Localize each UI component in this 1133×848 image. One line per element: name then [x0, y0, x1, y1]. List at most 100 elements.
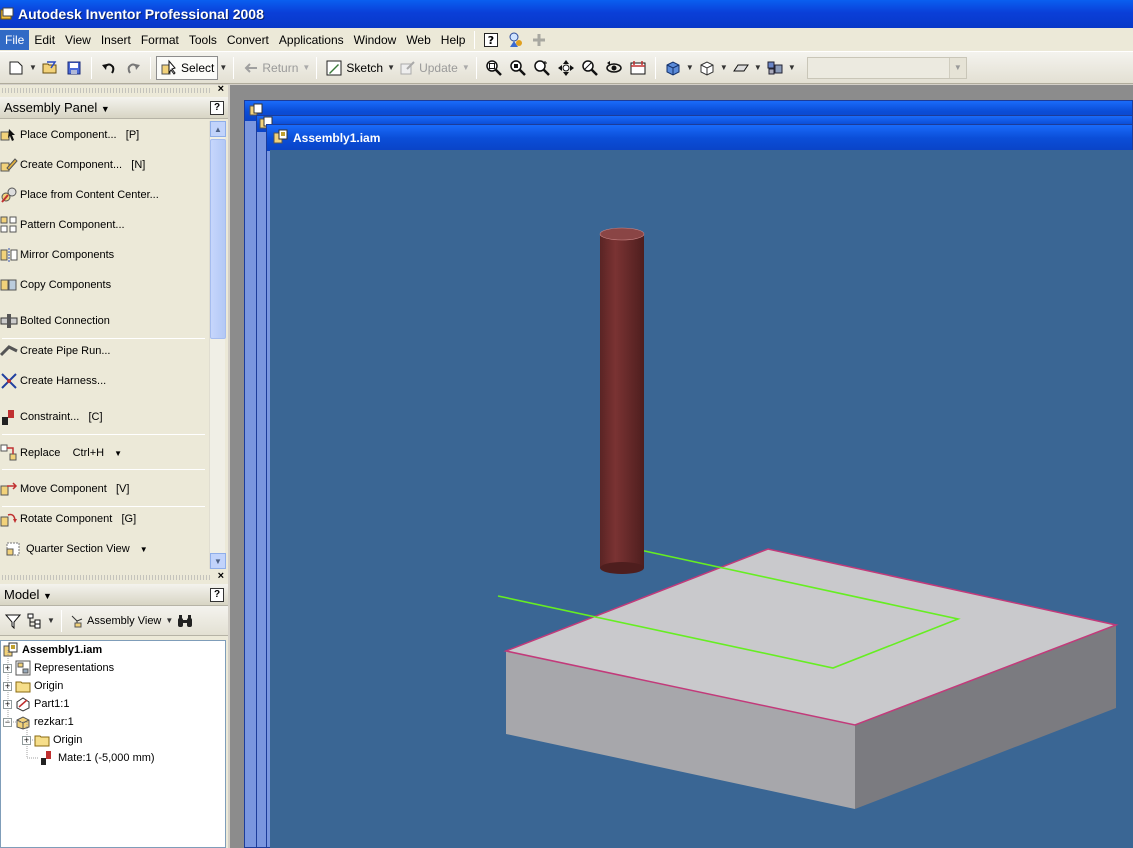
open-button[interactable] — [38, 56, 62, 80]
return-button[interactable]: Return — [239, 56, 301, 80]
command-label: Copy Components — [20, 279, 112, 291]
grip-handle[interactable] — [2, 88, 212, 93]
zoom-button[interactable] — [530, 56, 554, 80]
save-button[interactable] — [62, 56, 86, 80]
replace-dropdown-arrow[interactable]: ▼ — [114, 449, 122, 458]
quarter-section-view-command[interactable]: Quarter Section View ▼ — [0, 538, 148, 560]
scroll-down-icon[interactable]: ▼ — [210, 553, 226, 569]
pan-button[interactable] — [554, 56, 578, 80]
assembly-panel-scrollbar[interactable]: ▲ ▼ — [209, 121, 226, 569]
menu-window[interactable]: Window — [349, 30, 402, 50]
new-button[interactable] — [4, 56, 28, 80]
add-icon[interactable] — [529, 30, 549, 50]
assembly-panel-header[interactable]: Assembly Panel ▼ ? — [0, 97, 228, 119]
design-doctor-icon[interactable] — [505, 30, 525, 50]
model-browser-title-bar[interactable]: Model ▼ ? — [0, 584, 228, 606]
tree-node-representations[interactable]: + Representations — [3, 659, 114, 677]
update-dropdown-arrow[interactable]: ▼ — [461, 56, 471, 80]
tree-node-rezkar-origin[interactable]: + Origin — [22, 731, 82, 749]
place-from-content-center-command[interactable]: Place from Content Center... — [0, 184, 159, 206]
cylinder-top-face[interactable] — [599, 227, 645, 241]
expand-plus-icon[interactable]: + — [3, 699, 12, 709]
menu-file[interactable]: File — [0, 29, 30, 50]
tree-node-origin[interactable]: + Origin — [3, 677, 63, 695]
tree-node-assembly[interactable]: Assembly1.iam — [3, 641, 102, 659]
camera-dropdown-arrow[interactable]: ▼ — [719, 56, 729, 80]
tree-node-part1[interactable]: + Part1:1 — [3, 695, 69, 713]
copy-components-command[interactable]: Copy Components — [0, 274, 111, 296]
close-browser-icon[interactable]: × — [218, 570, 224, 582]
rotate-component-command[interactable]: Rotate Component [G] — [0, 508, 136, 530]
browser-bar-grip[interactable]: × — [0, 570, 228, 584]
view-dropdown-arrow[interactable]: ▼ — [164, 609, 174, 633]
menu-format[interactable]: Format — [136, 30, 184, 50]
assembly-panel-title[interactable]: Assembly Panel ▼ — [4, 100, 110, 115]
undo-button[interactable] — [97, 56, 121, 80]
pattern-component-command[interactable]: Pattern Component... — [0, 214, 125, 236]
panel-bar-grip[interactable]: × — [0, 83, 228, 97]
cylinder-body[interactable] — [600, 234, 644, 568]
bolted-connection-command[interactable]: Bolted Connection — [0, 310, 110, 332]
zoom-all-button[interactable] — [482, 56, 506, 80]
select-dropdown-arrow[interactable]: ▼ — [218, 56, 228, 80]
scroll-up-icon[interactable]: ▲ — [210, 121, 226, 137]
menu-applications[interactable]: Applications — [274, 30, 349, 50]
tree-node-mate[interactable]: Mate:1 (-5,000 mm) — [39, 749, 155, 767]
constraint-command[interactable]: Constraint... [C] — [0, 406, 103, 428]
menu-convert[interactable]: Convert — [222, 30, 274, 50]
orbit-button[interactable] — [602, 56, 626, 80]
help-topics-icon[interactable]: ? — [481, 30, 501, 50]
browser-help-icon[interactable]: ? — [210, 587, 224, 602]
redo-button[interactable] — [121, 56, 145, 80]
panel-help-icon[interactable]: ? — [210, 100, 224, 115]
return-dropdown-arrow[interactable]: ▼ — [301, 56, 311, 80]
new-dropdown-arrow[interactable]: ▼ — [28, 56, 38, 80]
close-panel-icon[interactable]: × — [218, 83, 224, 95]
expand-collapse-button[interactable] — [24, 609, 46, 633]
document-title-bar[interactable]: Assembly1.iam — [267, 125, 1132, 151]
scrollbar-thumb[interactable] — [210, 139, 226, 339]
update-button[interactable]: Update — [396, 56, 461, 80]
place-component-command[interactable]: Place Component... [P] — [0, 124, 139, 146]
look-at-button[interactable] — [626, 56, 650, 80]
shadow-dropdown-arrow[interactable]: ▼ — [753, 56, 763, 80]
tree-node-rezkar[interactable]: − rezkar:1 — [3, 713, 74, 731]
mirror-components-command[interactable]: Mirror Components — [0, 244, 114, 266]
shadow-button[interactable] — [729, 56, 753, 80]
assembly-view-button[interactable]: Assembly View — [67, 609, 164, 633]
sketch-button[interactable]: Sketch — [322, 56, 386, 80]
grip-handle[interactable] — [2, 575, 212, 580]
model-browser-title[interactable]: Model ▼ — [4, 587, 52, 602]
zoom-selected-button[interactable] — [578, 56, 602, 80]
camera-button[interactable] — [695, 56, 719, 80]
display-mode-dropdown-arrow[interactable]: ▼ — [685, 56, 695, 80]
color-style-dropdown-arrow[interactable]: ▼ — [787, 56, 797, 80]
select-button[interactable]: Select — [156, 55, 219, 80]
create-pipe-run-command[interactable]: Create Pipe Run... — [0, 340, 111, 362]
sketch-dropdown-arrow[interactable]: ▼ — [386, 56, 396, 80]
menu-edit[interactable]: Edit — [29, 30, 60, 50]
find-button[interactable] — [174, 609, 196, 633]
move-component-command[interactable]: Move Component [V] — [0, 478, 129, 500]
collapse-minus-icon[interactable]: − — [3, 717, 12, 727]
graphics-viewport[interactable] — [270, 150, 1133, 848]
section-view-dropdown-arrow[interactable]: ▼ — [140, 545, 148, 554]
inventor-app-icon[interactable] — [0, 7, 14, 21]
zoom-window-button[interactable] — [506, 56, 530, 80]
expand-plus-icon[interactable]: + — [3, 681, 12, 691]
expand-plus-icon[interactable]: + — [3, 663, 12, 673]
menu-insert[interactable]: Insert — [96, 30, 136, 50]
color-style-button[interactable] — [763, 56, 787, 80]
color-override-combo[interactable]: ▼ — [806, 56, 967, 79]
menu-tools[interactable]: Tools — [184, 30, 222, 50]
create-component-command[interactable]: Create Component... [N] — [0, 154, 145, 176]
tree-dropdown-arrow[interactable]: ▼ — [46, 609, 56, 633]
expand-plus-icon[interactable]: + — [22, 735, 31, 745]
replace-command[interactable]: Replace Ctrl+H ▼ — [0, 442, 122, 464]
menu-help[interactable]: Help — [436, 30, 471, 50]
menu-view[interactable]: View — [60, 30, 96, 50]
create-harness-command[interactable]: Create Harness... — [0, 370, 106, 392]
view-cube-button[interactable] — [661, 56, 685, 80]
filter-button[interactable] — [2, 609, 24, 633]
menu-web[interactable]: Web — [401, 30, 435, 50]
